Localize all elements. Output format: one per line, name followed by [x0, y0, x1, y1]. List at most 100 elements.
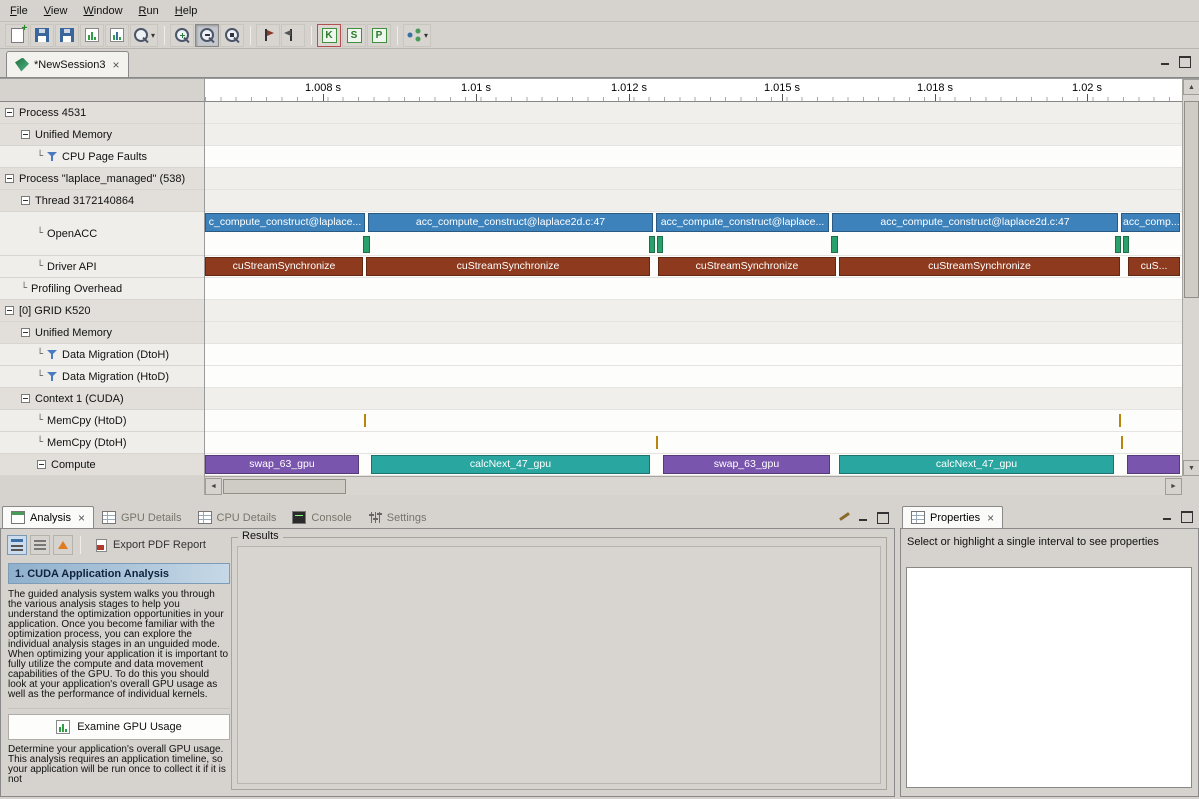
- scroll-up-icon[interactable]: ▲: [1183, 79, 1199, 95]
- tree-row-unified-memory[interactable]: Unified Memory: [0, 124, 204, 146]
- tab-gpu-details[interactable]: GPU Details: [94, 506, 190, 529]
- tree-row-0-grid-k520[interactable]: [0] GRID K520: [0, 300, 204, 322]
- lane-data-migration-dtoh[interactable]: [205, 344, 1182, 366]
- examine-gpu-usage-button[interactable]: Examine GPU Usage: [8, 714, 230, 740]
- guided-analysis-button[interactable]: [7, 535, 27, 555]
- process-timeline-mode-button[interactable]: P: [367, 24, 391, 47]
- lane-memcpy-dtoh[interactable]: [205, 432, 1182, 454]
- interval-custreamsynchronize[interactable]: cuStreamSynchronize: [366, 257, 650, 276]
- interval-acc-compute-construct-laplace[interactable]: acc_compute_construct@laplace...: [656, 213, 829, 232]
- openacc-event-marker[interactable]: [831, 236, 838, 253]
- menu-run[interactable]: Run: [131, 2, 167, 20]
- interval-acc-compute-construct-laplace2d-c-47[interactable]: acc_compute_construct@laplace2d.c:47: [832, 213, 1118, 232]
- menu-file[interactable]: File: [2, 2, 36, 20]
- lane-memcpy-htod[interactable]: [205, 410, 1182, 432]
- new-session-button[interactable]: [5, 24, 29, 47]
- interval-tick[interactable]: [364, 414, 366, 427]
- tree-row-thread-3172140864[interactable]: Thread 3172140864: [0, 190, 204, 212]
- collapse-toggle-icon[interactable]: [37, 460, 46, 469]
- maximize-icon[interactable]: [876, 511, 889, 523]
- interval-custreamsynchronize[interactable]: cuStreamSynchronize: [205, 257, 363, 276]
- dropdown-arrow-icon[interactable]: ▾: [151, 31, 155, 40]
- lane-driver-api[interactable]: cuStreamSynchronizecuStreamSynchronizecu…: [205, 256, 1182, 278]
- vertical-scroll-thumb[interactable]: [1184, 101, 1199, 298]
- tree-row-cpu-page-faults[interactable]: └CPU Page Faults: [0, 146, 204, 168]
- next-marker-button[interactable]: [256, 24, 280, 47]
- tree-row-profiling-overhead[interactable]: └Profiling Overhead: [0, 278, 204, 300]
- collapse-toggle-icon[interactable]: [5, 306, 14, 315]
- dependency-analysis-button[interactable]: ▾: [403, 24, 431, 47]
- properties-close-icon[interactable]: ×: [987, 511, 994, 525]
- tab-console[interactable]: Console: [284, 506, 359, 529]
- interval-tick[interactable]: [1127, 455, 1180, 474]
- openacc-event-marker[interactable]: [1123, 236, 1129, 253]
- menu-window[interactable]: Window: [75, 2, 130, 20]
- collapse-toggle-icon[interactable]: [21, 394, 30, 403]
- openacc-event-marker[interactable]: [1115, 236, 1121, 253]
- lane-context-1-cuda[interactable]: [205, 388, 1182, 410]
- tree-row-openacc[interactable]: └OpenACC: [0, 212, 204, 256]
- close-icon[interactable]: ×: [78, 511, 85, 525]
- interval-calcnext-47-gpu[interactable]: calcNext_47_gpu: [839, 455, 1114, 474]
- openacc-event-marker[interactable]: [657, 236, 663, 253]
- zoom-out-button[interactable]: [195, 24, 219, 47]
- maximize-icon[interactable]: [1180, 510, 1193, 522]
- tree-row-driver-api[interactable]: └Driver API: [0, 256, 204, 278]
- zoom-fit-button[interactable]: [220, 24, 244, 47]
- interval-cus[interactable]: cuS...: [1128, 257, 1180, 276]
- tree-row-memcpy-dtoh[interactable]: └MemCpy (DtoH): [0, 432, 204, 454]
- collapse-toggle-icon[interactable]: [5, 174, 14, 183]
- timeline-chart[interactable]: c_compute_construct@laplace... acc_comput…: [205, 102, 1182, 476]
- tree-row-unified-memory[interactable]: Unified Memory: [0, 322, 204, 344]
- lane-compute[interactable]: swap_63_gpucalcNext_47_gpuswap_63_gpucal…: [205, 454, 1182, 476]
- openacc-event-marker[interactable]: [649, 236, 655, 253]
- tree-row-process-laplace-managed-538[interactable]: Process "laplace_managed" (538): [0, 168, 204, 190]
- maximize-icon[interactable]: [1178, 55, 1191, 67]
- lane-cpu-page-faults[interactable]: [205, 146, 1182, 168]
- tree-row-data-migration-htod[interactable]: └Data Migration (HtoD): [0, 366, 204, 388]
- session-close-icon[interactable]: ×: [113, 58, 120, 72]
- minimize-icon[interactable]: [1161, 510, 1174, 522]
- scroll-down-icon[interactable]: ▼: [1183, 460, 1199, 476]
- tab-properties[interactable]: Properties ×: [902, 506, 1003, 529]
- lane-openacc[interactable]: c_compute_construct@laplace... acc_comput…: [205, 212, 1182, 256]
- collapse-toggle-icon[interactable]: [21, 196, 30, 205]
- tree-row-compute[interactable]: Compute: [0, 454, 204, 476]
- minimize-icon[interactable]: [1159, 55, 1172, 67]
- tree-row-memcpy-htod[interactable]: └MemCpy (HtoD): [0, 410, 204, 432]
- save-timeline-button[interactable]: [55, 24, 79, 47]
- view-menu-icon[interactable]: [838, 510, 851, 523]
- lane-thread-3172140864[interactable]: [205, 190, 1182, 212]
- lane-process-4531[interactable]: [205, 102, 1182, 124]
- scroll-left-icon[interactable]: ◄: [205, 478, 222, 495]
- lane-unified-memory[interactable]: [205, 322, 1182, 344]
- profile-application-button[interactable]: [80, 24, 104, 47]
- tab-settings[interactable]: Settings: [360, 506, 435, 529]
- horizontal-scrollbar[interactable]: ◄ ►: [205, 476, 1182, 495]
- save-session-button[interactable]: [30, 24, 54, 47]
- horizontal-scroll-thumb[interactable]: [223, 479, 346, 494]
- minimize-icon[interactable]: [857, 511, 870, 523]
- tab-analysis[interactable]: Analysis×: [2, 506, 94, 529]
- menu-help[interactable]: Help: [167, 2, 206, 20]
- interval-tick[interactable]: [656, 436, 658, 449]
- export-pdf-button[interactable]: Export PDF Report: [88, 537, 214, 554]
- interval-acc-comp[interactable]: acc_comp...: [1121, 213, 1180, 232]
- lane-process-laplace-managed-538[interactable]: [205, 168, 1182, 190]
- lane-0-grid-k520[interactable]: [205, 300, 1182, 322]
- tree-row-data-migration-dtoh[interactable]: └Data Migration (DtoH): [0, 344, 204, 366]
- lane-data-migration-htod[interactable]: [205, 366, 1182, 388]
- collect-metrics-button[interactable]: [105, 24, 129, 47]
- scroll-right-icon[interactable]: ►: [1165, 478, 1182, 495]
- menu-view[interactable]: View: [36, 2, 76, 20]
- collapse-toggle-icon[interactable]: [5, 108, 14, 117]
- session-tab[interactable]: *NewSession3 ×: [6, 51, 129, 77]
- vertical-scrollbar[interactable]: ▲ ▼: [1182, 79, 1199, 476]
- collapse-toggle-icon[interactable]: [21, 130, 30, 139]
- interval-c-compute-construct-laplace[interactable]: c_compute_construct@laplace...: [205, 213, 365, 232]
- interval-tick[interactable]: [1119, 414, 1121, 427]
- prev-marker-button[interactable]: [281, 24, 305, 47]
- tab-cpu-details[interactable]: CPU Details: [190, 506, 285, 529]
- interval-custreamsynchronize[interactable]: cuStreamSynchronize: [658, 257, 836, 276]
- interval-swap-63-gpu[interactable]: swap_63_gpu: [663, 455, 830, 474]
